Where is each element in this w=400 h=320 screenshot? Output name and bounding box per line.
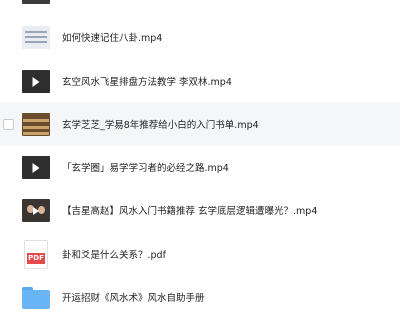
bookshelf-thumbnail-icon — [22, 113, 50, 136]
file-name[interactable]: 【吉星高赵】风水入门书籍推荐 玄学底层逻辑遭曝光？.mp4 — [62, 203, 317, 217]
file-row[interactable]: 玄学芝芝_学易8年推荐给小白的入门书单.mp4 — [0, 102, 400, 146]
slide-thumbnail-icon — [22, 26, 50, 49]
file-name[interactable]: 如何快速记住八卦.mp4 — [62, 30, 162, 44]
file-name[interactable]: 「玄学圈」易学学习者的必经之路.mp4 — [62, 160, 229, 174]
pdf-file-icon: PDF — [24, 240, 48, 269]
file-row[interactable]: 【吉星高赵】风水入门书籍推荐 玄学底层逻辑遭曝光？.mp4 — [0, 188, 400, 232]
play-icon — [32, 162, 40, 173]
partial-video-thumbnail[interactable] — [22, 0, 50, 4]
file-name[interactable]: 玄空风水飞星排盘方法教学 李双林.mp4 — [62, 74, 232, 88]
file-row[interactable]: PDF 卦和爻是什么关系？.pdf — [0, 232, 400, 276]
file-name[interactable]: 玄学芝芝_学易8年推荐给小白的入门书单.mp4 — [62, 117, 259, 131]
folder-icon — [22, 287, 50, 309]
people-thumbnail-icon — [22, 199, 50, 222]
file-name[interactable]: 卦和爻是什么关系？.pdf — [62, 247, 166, 261]
file-row[interactable]: 开运招财《风水术》风水自助手册 — [0, 276, 400, 320]
row-checkbox[interactable] — [3, 118, 14, 130]
file-name[interactable]: 开运招财《风水术》风水自助手册 — [62, 290, 205, 304]
pdf-badge: PDF — [27, 253, 45, 264]
file-row[interactable]: 玄空风水飞星排盘方法教学 李双林.mp4 — [0, 59, 400, 103]
play-icon — [32, 76, 40, 87]
video-thumbnail-icon — [22, 156, 50, 179]
file-list: 如何快速记住八卦.mp4 玄空风水飞星排盘方法教学 李双林.mp4 玄学芝芝_学… — [0, 0, 400, 309]
play-icon — [33, 206, 39, 215]
file-row[interactable]: 如何快速记住八卦.mp4 — [0, 15, 400, 59]
video-thumbnail-icon — [22, 70, 50, 93]
file-row[interactable]: 「玄学圈」易学学习者的必经之路.mp4 — [0, 145, 400, 189]
